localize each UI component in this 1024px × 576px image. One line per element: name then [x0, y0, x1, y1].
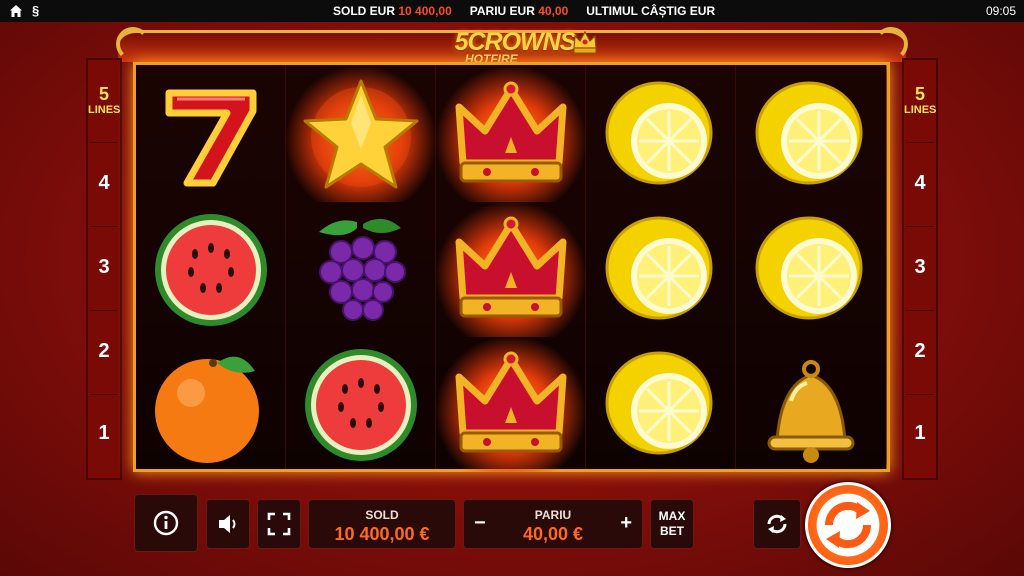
- last-win-label: ULTIMUL CÂȘTIG EUR: [586, 4, 716, 18]
- sold-label: SOLD EUR: [333, 4, 396, 18]
- crown-icon: [455, 216, 567, 317]
- watermelon-symbol: [286, 337, 436, 472]
- home-icon[interactable]: [9, 4, 23, 18]
- lemon-symbol: [586, 202, 736, 337]
- reel-3: [436, 65, 586, 472]
- spin-button[interactable]: [805, 482, 891, 568]
- payline-1[interactable]: 1: [88, 422, 120, 445]
- crown-icon: [455, 351, 567, 452]
- reel-4: [586, 65, 736, 469]
- info-button[interactable]: [134, 494, 198, 552]
- bet-panel: − PARIU 40,00 € +: [463, 499, 643, 549]
- lemon-icon: [755, 81, 863, 184]
- info-icon: [153, 510, 179, 536]
- crown-symbol: [436, 202, 586, 337]
- orange-icon: [155, 356, 259, 463]
- rules-icon[interactable]: §: [32, 3, 39, 18]
- lemon-icon: [605, 351, 713, 454]
- reel-1: [136, 65, 286, 469]
- star-icon: [303, 79, 419, 188]
- autoplay-button[interactable]: [753, 499, 801, 549]
- paylines-count: 5 LINES: [88, 84, 121, 116]
- reel-2: [286, 65, 436, 469]
- payline-1[interactable]: 1: [904, 422, 936, 445]
- payline-4[interactable]: 4: [88, 172, 120, 195]
- clock: 09:05: [985, 4, 1016, 18]
- lemon-icon: [755, 216, 863, 319]
- lemon-symbol: [736, 67, 886, 202]
- bet-decrease-button[interactable]: −: [474, 512, 486, 535]
- crown-symbol: [436, 337, 586, 472]
- lemon-icon: [605, 216, 713, 319]
- grapes-symbol: [286, 202, 436, 337]
- speaker-icon: [219, 515, 236, 533]
- reels-area: [133, 62, 890, 472]
- seven-icon: [165, 89, 257, 186]
- sold-value: 10 400,00: [398, 4, 452, 18]
- star-symbol: [286, 67, 436, 202]
- balance-caption: SOLD: [365, 508, 399, 522]
- pariu-value: 40,00: [538, 4, 569, 18]
- status-bar: § SOLD EUR 10 400,00 PARIU EUR 40,00 ULT…: [0, 0, 1024, 22]
- fullscreen-button[interactable]: [257, 499, 301, 549]
- payline-3[interactable]: 3: [904, 256, 936, 279]
- payline-4[interactable]: 4: [904, 172, 936, 195]
- pariu-label: PARIU EUR: [469, 4, 535, 18]
- watermelon-symbol: [136, 202, 286, 337]
- balance-panel: SOLD 10 400,00 €: [308, 499, 456, 549]
- watermelon-icon: [155, 213, 267, 326]
- sound-button[interactable]: [206, 499, 250, 549]
- balance-summary: SOLD EUR 10 400,00 PARIU EUR 40,00 ULTIM…: [333, 4, 715, 18]
- lemon-icon: [605, 81, 713, 184]
- max-bet-button[interactable]: MAX BET: [650, 499, 694, 549]
- spin-icon: [824, 501, 872, 549]
- bet-amount: 40,00 €: [522, 524, 584, 544]
- bell-icon: [767, 359, 855, 463]
- lemon-symbol: [586, 67, 736, 202]
- reel-5: [736, 65, 886, 469]
- logo-crown-icon: [573, 30, 597, 54]
- paylines-count: 5 LINES: [904, 84, 937, 116]
- seven-symbol: [136, 67, 286, 202]
- paylines-left: 5 LINES 4 3 2 1: [86, 58, 122, 480]
- lemon-symbol: [586, 337, 736, 472]
- crown-symbol: [436, 67, 586, 202]
- payline-3[interactable]: 3: [88, 256, 120, 279]
- bell-symbol: [736, 337, 886, 472]
- bet-increase-button[interactable]: +: [620, 512, 632, 535]
- grapes-icon: [319, 218, 406, 321]
- autoplay-icon: [767, 514, 787, 534]
- payline-2[interactable]: 2: [904, 340, 936, 363]
- crown-icon: [455, 81, 567, 182]
- watermelon-icon: [305, 348, 417, 461]
- balance-amount: 10 400,00 €: [334, 524, 430, 544]
- payline-2[interactable]: 2: [88, 340, 120, 363]
- paylines-right: 5 LINES 4 3 2 1: [902, 58, 938, 480]
- fullscreen-icon: [267, 512, 291, 536]
- bet-caption: PARIU: [534, 508, 572, 522]
- orange-symbol: [136, 337, 286, 472]
- lemon-symbol: [736, 202, 886, 337]
